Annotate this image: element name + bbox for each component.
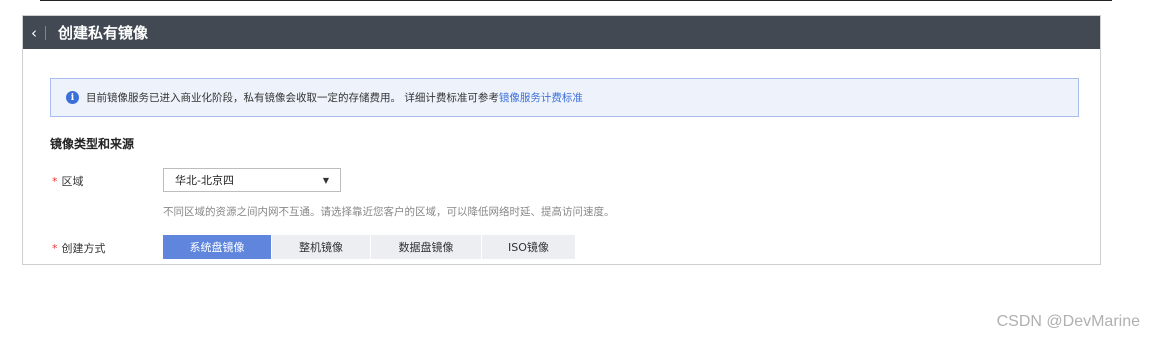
region-select-value: 华北-北京四 bbox=[175, 174, 234, 187]
caret-down-icon: ▼ bbox=[322, 175, 329, 185]
region-select[interactable]: 华北-北京四 ▼ bbox=[163, 168, 341, 192]
create-method-tabs: 系统盘镜像 整机镜像 数据盘镜像 ISO镜像 bbox=[163, 235, 576, 259]
page-header: ‹ 创建私有镜像 bbox=[23, 16, 1100, 49]
region-label: * 区域 bbox=[52, 173, 84, 189]
watermark: CSDN @DevMarine bbox=[996, 313, 1140, 330]
method-full-machine-image[interactable]: 整机镜像 bbox=[272, 235, 370, 259]
top-rule bbox=[40, 0, 1112, 1]
section-title: 镜像类型和来源 bbox=[50, 137, 135, 151]
billing-standard-link[interactable]: 镜像服务计费标准 bbox=[499, 90, 583, 105]
required-mark: * bbox=[52, 175, 58, 188]
region-label-text: 区域 bbox=[61, 175, 84, 188]
info-icon: i bbox=[66, 91, 79, 104]
chevron-left-icon: ‹ bbox=[31, 23, 37, 42]
create-method-label-text: 创建方式 bbox=[61, 242, 106, 255]
create-method-label: * 创建方式 bbox=[52, 240, 106, 256]
region-hint: 不同区域的资源之间内网不互通。请选择靠近您客户的区域，可以降低网络时延、提高访问… bbox=[163, 206, 615, 218]
header-divider bbox=[45, 25, 46, 40]
page-title: 创建私有镜像 bbox=[58, 24, 149, 42]
method-system-disk-image[interactable]: 系统盘镜像 bbox=[163, 235, 271, 259]
required-mark: * bbox=[52, 242, 58, 255]
billing-notice: i 目前镜像服务已进入商业化阶段，私有镜像会收取一定的存储费用。 详细计费标准可… bbox=[50, 78, 1079, 117]
back-button[interactable]: ‹ bbox=[23, 16, 45, 49]
notice-text: 目前镜像服务已进入商业化阶段，私有镜像会收取一定的存储费用。 详细计费标准可参考 bbox=[86, 92, 499, 104]
method-data-disk-image[interactable]: 数据盘镜像 bbox=[371, 235, 481, 259]
method-iso-image[interactable]: ISO镜像 bbox=[482, 235, 575, 259]
create-image-panel: ‹ 创建私有镜像 i 目前镜像服务已进入商业化阶段，私有镜像会收取一定的存储费用… bbox=[22, 15, 1101, 265]
